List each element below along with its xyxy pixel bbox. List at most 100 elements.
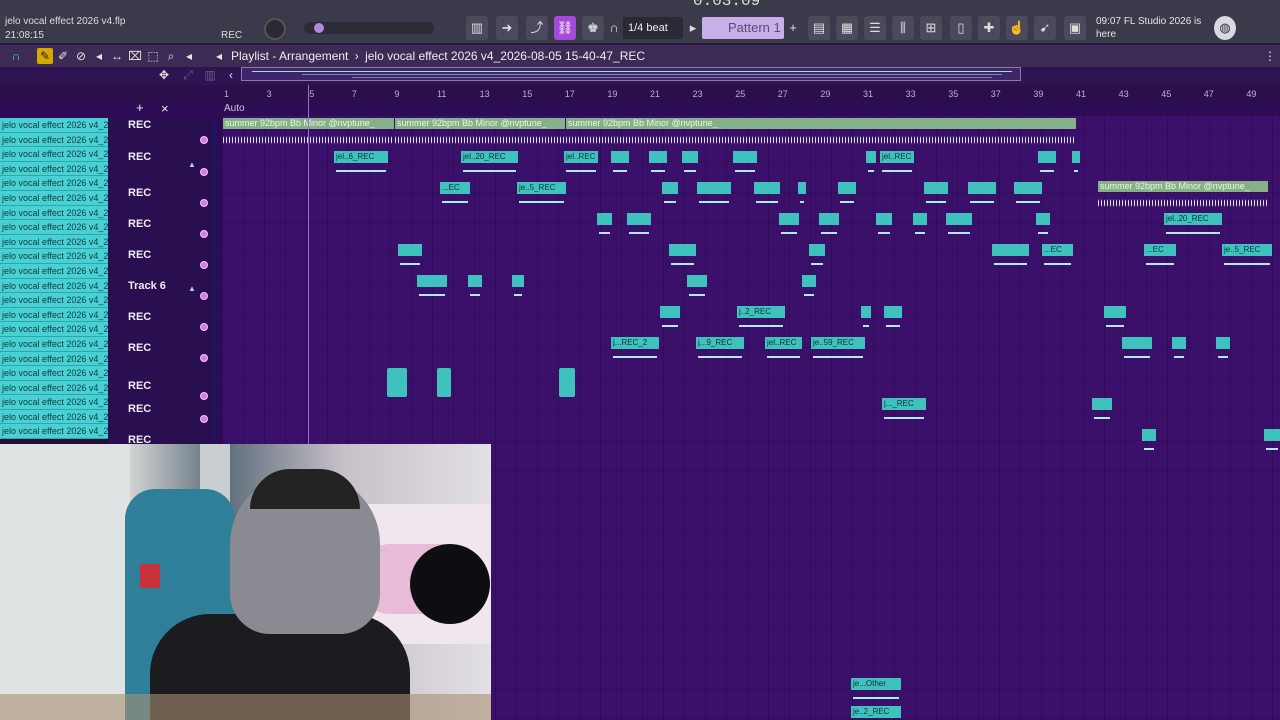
slice-tool-icon[interactable]: ⌧ [127,48,143,64]
audio-clip[interactable] [398,244,422,272]
browser-item[interactable]: jelo vocal effect 2026 v4_2... [0,132,108,148]
browser-item[interactable]: jelo vocal effect 2026 v4_2... [0,118,108,133]
audio-clip[interactable] [838,182,856,210]
track-led-icon[interactable] [200,261,208,269]
track-header[interactable]: REC [108,118,213,149]
playlist-scrollbar[interactable]: ✥ ⤢ ▥ ‹ [0,67,1280,85]
audio-clip[interactable] [682,151,698,179]
track-name[interactable]: REC [128,187,151,199]
audio-clip[interactable] [559,368,575,397]
audio-clip[interactable] [468,275,482,303]
track-led-icon[interactable] [200,354,208,362]
browser-item[interactable]: jelo vocal effect 2026 v4_2... [0,190,108,206]
playlist-icon[interactable]: ▤ [808,16,830,40]
audio-clip[interactable]: jel..REC [765,337,802,365]
audio-clip[interactable] [866,151,876,179]
audio-clip[interactable] [627,213,651,241]
beat-clip[interactable]: summer 92bpm Bb Minor @nvptune_ [1098,181,1268,213]
browser-item[interactable]: jelo vocal effect 2026 v4_2... [0,176,108,191]
audio-clip[interactable] [992,244,1029,272]
browser-item[interactable]: jelo vocal effect 2026 v4_2... [0,234,108,250]
audio-clip[interactable] [1092,398,1112,426]
delete-tool-icon[interactable]: ⊘ [73,48,89,64]
browser-item[interactable]: jelo vocal effect 2026 v4_2... [0,147,108,162]
browser-item[interactable]: jelo vocal effect 2026 v4_2... [0,161,108,177]
audio-clip[interactable] [913,213,927,241]
audio-clip[interactable]: ...EC [1042,244,1073,272]
audio-clip[interactable] [809,244,825,272]
browser-item[interactable]: jelo vocal effect 2026 v4_2... [0,263,108,279]
arrangement-overview[interactable] [241,67,1021,81]
audio-clip[interactable] [437,368,451,397]
audio-clip[interactable] [611,151,629,179]
audio-clip[interactable]: jel..REC [564,151,598,179]
track-collapse-icon[interactable]: ▲ [188,284,196,293]
audio-clip[interactable] [1014,182,1042,210]
track-name[interactable]: REC [128,218,151,230]
audio-clip[interactable] [660,306,680,334]
track-header[interactable]: REC [108,305,213,336]
audio-clip[interactable]: jel..REC [880,151,914,179]
add-pattern-icon[interactable]: + [786,16,800,40]
audio-clip[interactable]: j...REC_2 [611,337,659,365]
track-header[interactable]: Track 6 ▲ [108,274,213,305]
globe-icon[interactable]: ◍ [1214,16,1236,40]
audio-clip[interactable] [884,306,902,334]
audio-clip[interactable]: ...EC [1144,244,1176,272]
audio-clip[interactable]: j..2_REC [737,306,785,334]
arrow-icon[interactable]: ➜ [496,16,518,40]
audio-clip[interactable] [861,306,871,334]
audio-clip[interactable] [802,275,816,303]
plugin-icon[interactable]: ✚ [978,16,1000,40]
stamp-icon[interactable]: ♚ [582,16,604,40]
audio-clip[interactable] [946,213,972,241]
add-track-icon[interactable]: + [136,100,144,115]
audio-clip[interactable] [876,213,892,241]
master-volume-knob[interactable] [264,18,286,40]
audio-clip[interactable] [697,182,731,210]
browser-item[interactable]: jelo vocal effect 2026 v4_2... [0,249,108,264]
touch-icon[interactable]: ☝ [1006,16,1028,40]
browser-item[interactable]: jelo vocal effect 2026 v4_2... [0,366,108,381]
draw-tool-icon[interactable]: ✎ [37,48,53,64]
shop-icon[interactable]: ▣ [1064,16,1086,40]
track-led-icon[interactable] [200,168,208,176]
audio-clip[interactable]: j..._REC [882,398,926,426]
audio-clip[interactable] [417,275,447,303]
track-led-icon[interactable] [200,136,208,144]
audio-clip[interactable]: je...Other [851,678,901,706]
beat-clip[interactable]: summer 92bpm Bb Minor @nvptune_ [395,118,565,150]
audio-clip[interactable] [819,213,839,241]
audio-clip[interactable] [968,182,996,210]
audio-clip[interactable]: jel..6_REC [334,151,388,179]
track-name[interactable]: REC [128,119,151,131]
audio-clip[interactable] [924,182,948,210]
menu-icon[interactable]: ⋮ [1262,48,1278,64]
paint-tool-icon[interactable]: ✐ [55,48,71,64]
audio-clip[interactable] [1172,337,1186,365]
master-pitch-slider[interactable] [304,22,434,34]
track-name[interactable]: REC [128,403,151,415]
browser-item[interactable]: jelo vocal effect 2026 v4_2... [0,293,108,308]
audio-clip[interactable] [512,275,524,303]
beat-clip[interactable]: summer 92bpm Bb Minor @nvptune_ [566,118,1076,150]
audio-clip[interactable] [1072,151,1080,179]
mixer-icon[interactable]: ⫼ [892,16,914,40]
audio-clip[interactable] [669,244,696,272]
play-pattern-icon[interactable]: ▸ [686,16,700,40]
snap-selector[interactable]: 1/4 beat [623,17,683,39]
audio-clip[interactable] [798,182,806,210]
browser-item[interactable]: jelo vocal effect 2026 v4_2... [0,322,108,337]
dove-icon[interactable]: ➹ [1034,16,1056,40]
magnet-icon[interactable]: ∩ [606,16,622,40]
audio-clip[interactable] [1104,306,1126,334]
audio-clip[interactable]: je..5_REC [517,182,566,210]
audio-clip[interactable] [597,213,612,241]
track-header[interactable]: REC [108,336,213,367]
track-header[interactable]: REC [108,243,213,274]
track-name[interactable]: REC [128,311,151,323]
browser-item[interactable]: jelo vocal effect 2026 v4_2... [0,278,108,294]
piano-small-icon[interactable]: ▥ [202,67,218,83]
track-led-icon[interactable] [200,230,208,238]
track-name[interactable]: REC [128,249,151,261]
